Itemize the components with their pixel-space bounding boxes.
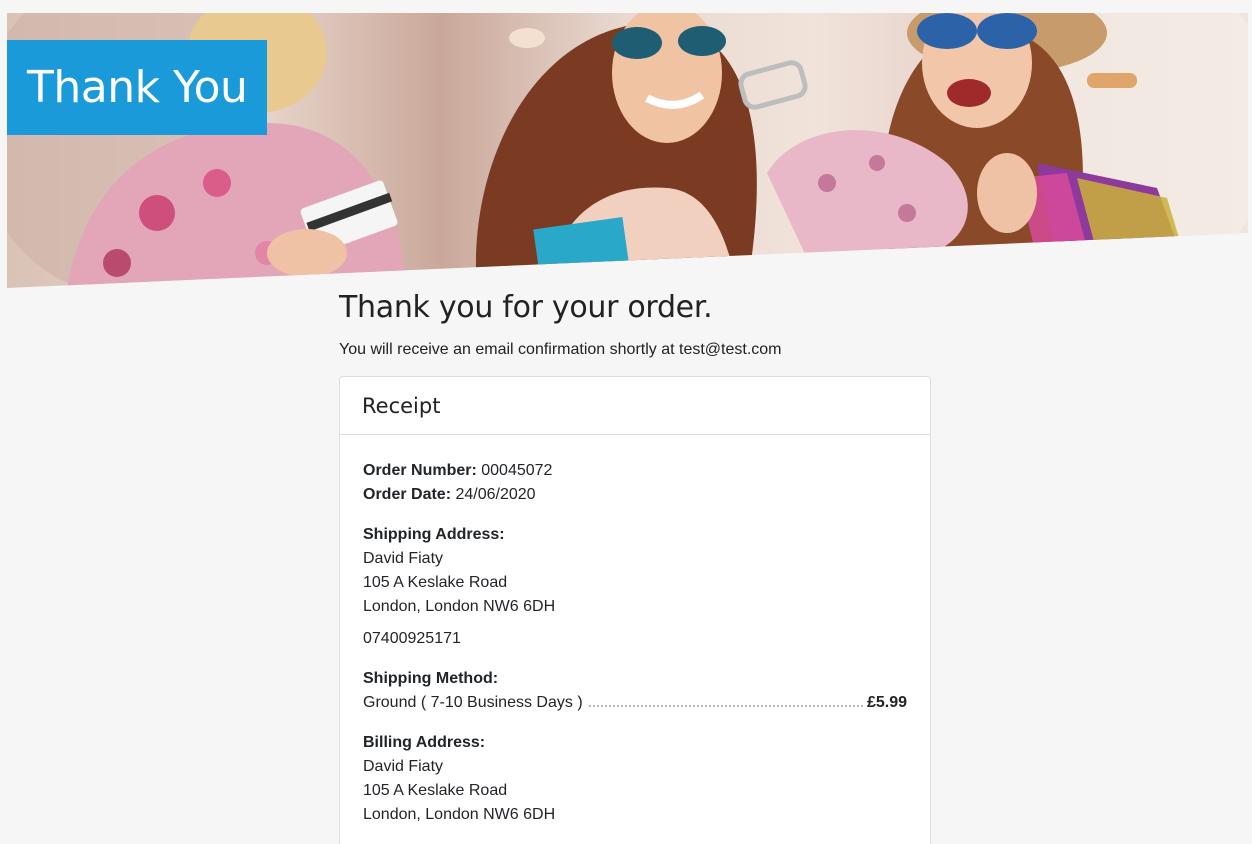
shipping-address: Shipping Address: David Fiaty 105 A Kesl… [363, 523, 907, 651]
order-number-row: Order Number: 00045072 [363, 459, 907, 483]
shipping-name: David Fiaty [363, 550, 444, 567]
shipping-method-name: Ground ( 7-10 Business Days ) [363, 694, 583, 711]
billing-city: London, London NW6 6DH [363, 806, 556, 823]
billing-name: David Fiaty [363, 758, 444, 775]
order-date-value: 24/06/2020 [455, 486, 536, 503]
page-title: Thank you for your order. [339, 290, 713, 325]
thank-you-page: Thank You Thank you for your order. You … [0, 0, 1252, 844]
confirmation-message: You will receive an email confirmation s… [339, 341, 782, 358]
hero-title: Thank You [27, 62, 248, 113]
shipping-method-line: Ground ( 7-10 Business Days ) £5.99 [363, 691, 907, 715]
shipping-address-label: Shipping Address: [363, 526, 505, 543]
billing-address-label: Billing Address: [363, 734, 486, 751]
order-date-label: Order Date: [363, 486, 452, 503]
thank-you-banner: Thank You [7, 40, 267, 135]
receipt-card: Receipt Order Number: 00045072 Order Dat… [339, 376, 931, 844]
dotted-leader [588, 704, 863, 707]
shipping-price: £5.99 [866, 694, 907, 711]
receipt-body: Order Number: 00045072 Order Date: 24/06… [340, 435, 930, 827]
shipping-phone: 07400925171 [363, 630, 461, 647]
shipping-method: Shipping Method: Ground ( 7-10 Business … [363, 667, 907, 715]
billing-address: Billing Address: David Fiaty 105 A Kesla… [363, 731, 907, 827]
receipt-title: Receipt [362, 393, 441, 418]
shipping-method-label: Shipping Method: [363, 670, 499, 687]
billing-street: 105 A Keslake Road [363, 782, 508, 799]
order-date-row: Order Date: 24/06/2020 [363, 483, 907, 507]
order-number-label: Order Number: [363, 462, 477, 479]
shipping-street: 105 A Keslake Road [363, 574, 508, 591]
order-confirmation: Thank you for your order. You will recei… [339, 286, 931, 844]
order-number-value: 00045072 [481, 462, 553, 479]
shipping-city: London, London NW6 6DH [363, 598, 556, 615]
receipt-card-header: Receipt [340, 377, 930, 435]
